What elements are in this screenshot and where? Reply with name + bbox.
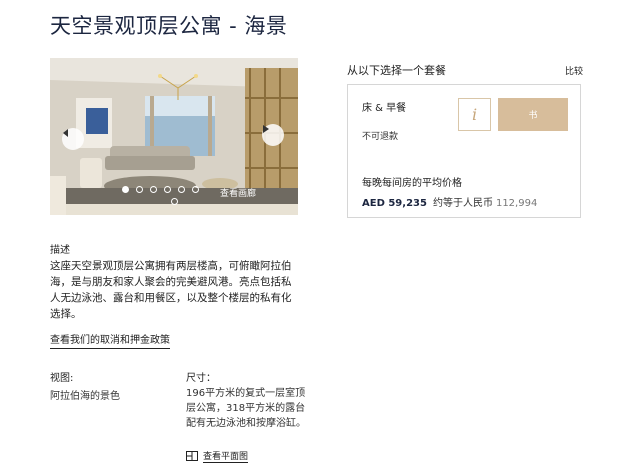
gallery-dot[interactable]: [171, 198, 178, 205]
cancellation-policy-link[interactable]: 查看我们的取消和押金政策: [50, 331, 170, 349]
gallery-dot[interactable]: [150, 186, 157, 193]
page-title: 天空景观顶层公寓 - 海景: [50, 14, 288, 38]
view-value: 阿拉伯海的景色: [50, 391, 120, 402]
gallery-dot[interactable]: [164, 186, 171, 193]
size-text: 196平方米的复式一层室顶层公寓，318平方米的露台配有无边泳池和按摩浴缸。: [186, 388, 306, 429]
floorplan-label: 查看平面图: [203, 449, 249, 463]
gallery-prev-button[interactable]: [62, 128, 84, 150]
choose-package-label: 从以下选择一个套餐: [347, 64, 446, 77]
view-heading: 视图:: [50, 373, 74, 384]
photo-gallery[interactable]: 查看画廊: [50, 58, 298, 215]
info-button[interactable]: i: [458, 98, 491, 131]
price-rmb: 112,994: [495, 198, 538, 209]
floorplan-link[interactable]: 查看平面图: [186, 449, 249, 463]
size-heading: 尺寸：: [186, 373, 216, 384]
gallery-dot[interactable]: [178, 186, 185, 193]
compare-link[interactable]: 比较: [565, 64, 583, 77]
price-aed: AED 59,235: [362, 198, 427, 209]
gallery-dot[interactable]: [122, 186, 129, 193]
approx-label: 约等于人民币: [432, 198, 493, 209]
package-name: 床 & 早餐: [362, 103, 407, 114]
gallery-dots: [122, 186, 199, 193]
description-text: 这座天空景观顶层公寓拥有两层楼高，可俯瞰阿拉伯海，是与朋友和家人聚会的完美避风港…: [50, 260, 292, 320]
price-row: AED 59,235 约等于人民币 112,994: [362, 194, 537, 209]
view-gallery-link[interactable]: 查看画廊: [220, 186, 256, 199]
book-button[interactable]: 书: [498, 98, 568, 131]
description-heading: 描述: [50, 245, 70, 256]
avg-price-label: 每晚每间房的平均价格: [362, 178, 462, 189]
floorplan-icon: [186, 451, 198, 461]
chevron-left-icon: [63, 129, 68, 137]
play-icon: [263, 125, 269, 133]
refund-policy: 不可退款: [362, 132, 399, 142]
gallery-dot[interactable]: [192, 186, 199, 193]
gallery-next-button[interactable]: [262, 124, 284, 146]
gallery-dot[interactable]: [136, 186, 143, 193]
info-icon: i: [471, 105, 478, 124]
package-card: 床 & 早餐 不可退款 i 书 每晚每间房的平均价格 AED 59,235 约等于…: [347, 84, 581, 218]
